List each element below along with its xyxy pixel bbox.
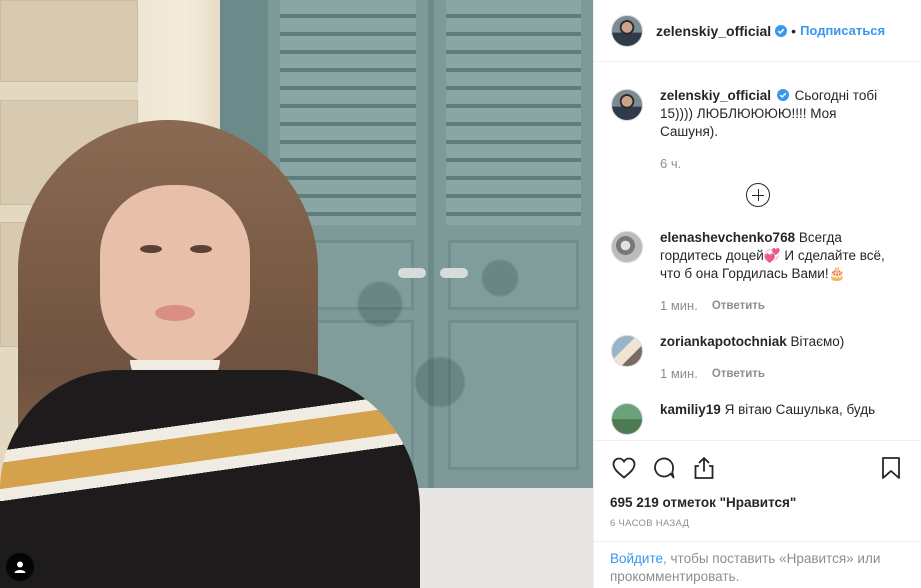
verified-badge-icon: [775, 24, 788, 37]
commenter-avatar[interactable]: [611, 403, 643, 435]
post-timestamp[interactable]: 6 ЧАСОВ НАЗАД: [610, 518, 905, 529]
post-header: zelenskiy_official • Подписаться: [594, 0, 921, 62]
comment-text: Я вітаю Сашулька, будь: [724, 402, 876, 417]
comments-list[interactable]: zelenskiy_official Сьогодні тобі 15)))) …: [594, 62, 921, 440]
commenter-avatar[interactable]: [611, 231, 643, 263]
verified-badge-icon: [776, 89, 789, 101]
comment-username[interactable]: elenashevchenko768: [660, 230, 795, 245]
caption-avatar[interactable]: [611, 89, 643, 121]
comment-icon[interactable]: [650, 454, 678, 482]
reply-button[interactable]: Ответить: [712, 297, 765, 315]
commenter-avatar[interactable]: [611, 335, 643, 367]
comment-item: zoriankapotochniak Вітаємо) 1 мин. Ответ…: [611, 333, 905, 383]
heart-icon[interactable]: [610, 454, 638, 482]
instagram-post-modal: zelenskiy_official • Подписаться zelensk…: [0, 0, 921, 588]
post-photo[interactable]: [0, 0, 593, 588]
follow-button[interactable]: Подписаться: [800, 23, 885, 38]
caption-username[interactable]: zelenskiy_official: [660, 88, 771, 103]
user-tag-icon[interactable]: [6, 553, 34, 581]
comment-text: Вітаємо): [790, 334, 845, 349]
post-actions: 695 219 отметок "Нравится" 6 ЧАСОВ НАЗАД…: [594, 440, 921, 588]
like-count[interactable]: 695 219 отметок "Нравится": [610, 495, 905, 510]
reply-button[interactable]: Ответить: [712, 365, 765, 383]
comment-username[interactable]: kamiliy19: [660, 402, 721, 417]
share-icon[interactable]: [690, 454, 718, 482]
comment-username[interactable]: zoriankapotochniak: [660, 334, 787, 349]
bookmark-icon[interactable]: [877, 454, 905, 482]
photo-face: [100, 185, 250, 370]
plus-circle-icon[interactable]: [746, 183, 770, 207]
author-username[interactable]: zelenskiy_official: [656, 23, 771, 39]
caption-time[interactable]: 6 ч.: [660, 155, 681, 173]
separator-dot: •: [791, 22, 797, 39]
comment-item: elenashevchenko768 Всегда гордитесь доце…: [611, 229, 905, 315]
photo-sweater: [0, 370, 420, 588]
comment-time[interactable]: 1 мин.: [660, 297, 698, 315]
login-link[interactable]: Войдите: [610, 551, 663, 566]
post-sidebar: zelenskiy_official • Подписаться zelensk…: [593, 0, 921, 588]
author-avatar[interactable]: [611, 14, 643, 47]
login-prompt: Войдите, чтобы поставить «Нравится» или …: [594, 541, 921, 586]
comment-time[interactable]: 1 мин.: [660, 365, 698, 383]
comment-item: kamiliy19 Я вітаю Сашулька, будь: [611, 401, 905, 435]
caption: zelenskiy_official Сьогодні тобі 15)))) …: [611, 87, 905, 173]
